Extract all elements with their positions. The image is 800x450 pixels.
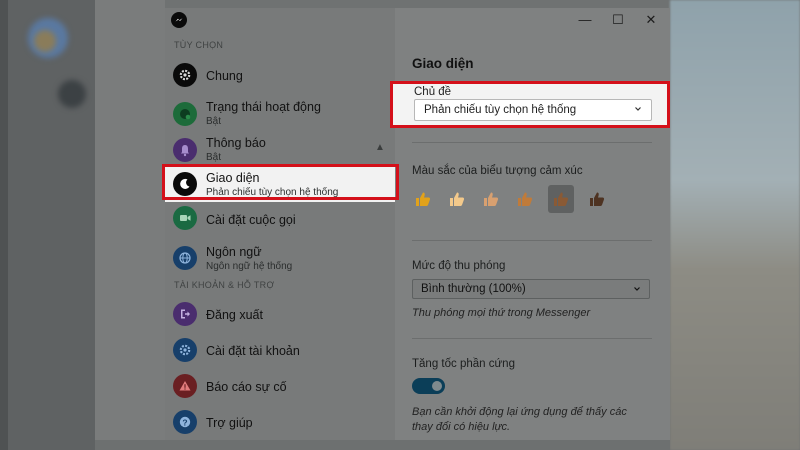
- zoom-select[interactable]: Bình thường (100%): [412, 279, 650, 299]
- active-status-icon: [173, 102, 197, 126]
- svg-text:?: ?: [182, 417, 187, 427]
- divider: [412, 142, 652, 143]
- settings-sidebar: TÙY CHỌN Chung Trạng thái hoạt động Bật …: [165, 8, 395, 440]
- theme-select[interactable]: Phản chiếu tùy chọn hệ thống: [414, 99, 652, 121]
- gear-icon: [173, 63, 197, 87]
- close-button[interactable]: ✕: [641, 12, 661, 28]
- background-app-list: [95, 0, 165, 450]
- settings-content: — ☐ ✕ Giao diện Màu sắc của biểu tượng c…: [395, 8, 670, 440]
- sidebar-item-label: Chung: [206, 69, 243, 83]
- messenger-logo-icon: [171, 12, 187, 28]
- thumbs-up-icon[interactable]: [548, 185, 574, 213]
- thumbs-up-icon[interactable]: [446, 186, 468, 212]
- settings-dialog: TÙY CHỌN Chung Trạng thái hoạt động Bật …: [165, 8, 670, 440]
- theme-value: Phản chiếu tùy chọn hệ thống: [424, 104, 577, 116]
- zoom-value: Bình thường (100%): [421, 283, 526, 295]
- emoji-tone-picker: [412, 185, 608, 214]
- globe-icon: [173, 246, 197, 270]
- bell-icon: [173, 138, 197, 162]
- sidebar-item-account-settings[interactable]: Cài đặt tài khoản: [165, 333, 395, 369]
- thumbs-up-icon[interactable]: [514, 186, 536, 212]
- thumbs-up-icon[interactable]: [586, 186, 608, 212]
- background-chat-image: [670, 0, 800, 450]
- account-gear-icon: [173, 338, 197, 362]
- emoji-color-label: Màu sắc của biểu tượng cảm xúc: [412, 165, 583, 177]
- theme-section: Chủ đề Phản chiếu tùy chọn hệ thống: [390, 81, 670, 128]
- page-title: Giao diện: [412, 56, 474, 71]
- maximize-button[interactable]: ☐: [608, 12, 628, 28]
- background-app-left: [0, 0, 95, 450]
- hardware-acceleration-toggle[interactable]: [412, 378, 445, 394]
- sidebar-item-call-settings[interactable]: Cài đặt cuộc gọi: [165, 202, 395, 238]
- thumbs-up-icon[interactable]: [412, 186, 434, 212]
- toggle-knob: [432, 381, 442, 391]
- zoom-label: Mức độ thu phóng: [412, 260, 506, 272]
- sidebar-item-active-status[interactable]: Trạng thái hoạt động Bật: [165, 94, 395, 130]
- sidebar-item-language[interactable]: Ngôn ngữ Ngôn ngữ hệ thống: [165, 238, 395, 274]
- hardware-acceleration-label: Tăng tốc phần cứng: [412, 358, 515, 370]
- theme-label: Chủ đề: [414, 86, 452, 98]
- divider: [412, 338, 652, 339]
- chevron-down-icon: [634, 287, 640, 291]
- section-options-title: TÙY CHỌN: [174, 40, 224, 50]
- section-account-title: TÀI KHOẢN & HỖ TRỢ: [174, 280, 275, 290]
- video-camera-icon: [173, 206, 197, 230]
- sidebar-item-help[interactable]: ? Trợ giúp: [165, 405, 395, 440]
- minimize-button[interactable]: —: [575, 12, 595, 27]
- help-icon: ?: [173, 410, 197, 434]
- hardware-acceleration-note: Bạn cần khởi động lại ứng dụng để thấy c…: [412, 406, 627, 433]
- sidebar-item-logout[interactable]: Đăng xuất: [165, 297, 395, 333]
- zoom-note: Thu phóng mọi thứ trong Messenger: [412, 307, 591, 319]
- logout-icon: [173, 302, 197, 326]
- chevron-down-icon: [635, 107, 641, 111]
- warning-icon: ▲: [375, 142, 385, 153]
- sidebar-item-report-problem[interactable]: Báo cáo sự cố: [165, 369, 395, 405]
- alert-icon: [173, 374, 197, 398]
- thumbs-up-icon[interactable]: [480, 186, 502, 212]
- sidebar-item-notifications[interactable]: Thông báo Bật ▲: [165, 130, 395, 166]
- highlight-frame: [162, 164, 399, 200]
- sidebar-item-general[interactable]: Chung: [165, 58, 395, 94]
- divider: [412, 240, 652, 241]
